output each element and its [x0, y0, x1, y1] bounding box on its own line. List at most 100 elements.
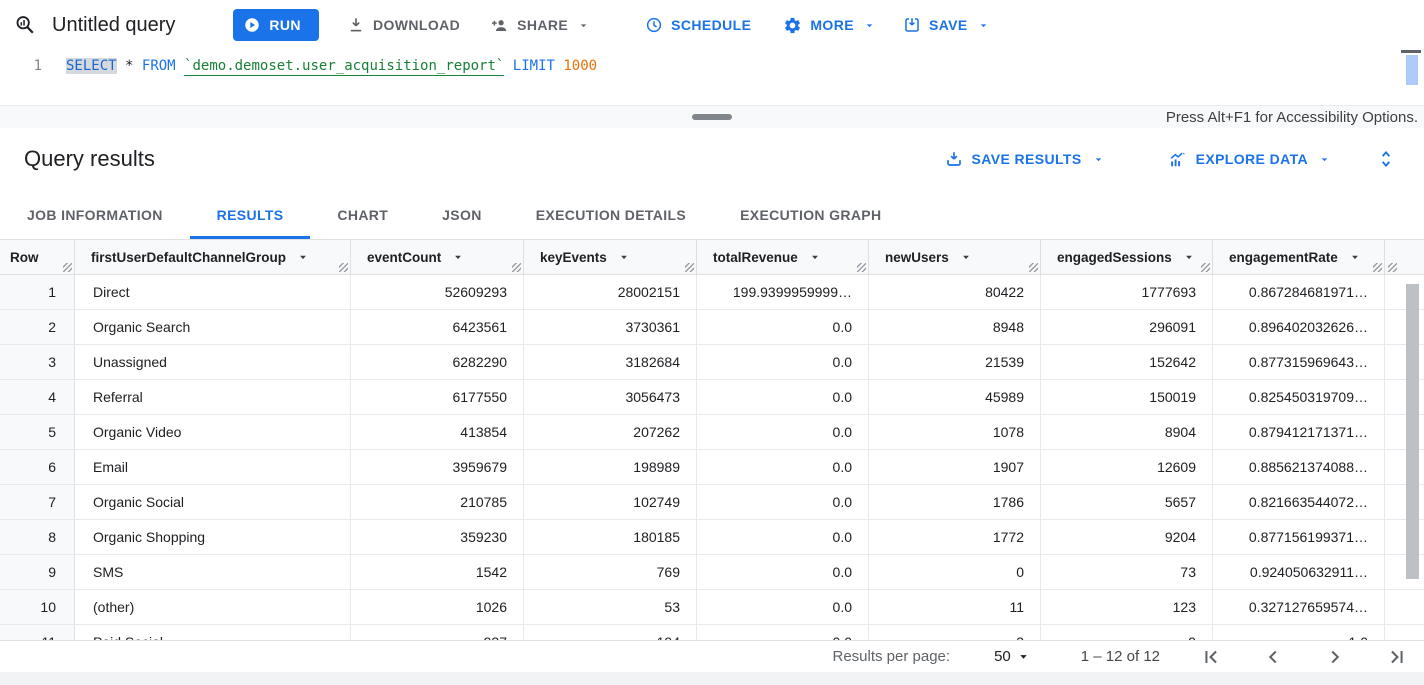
- cell-newUsers: 3: [869, 625, 1041, 640]
- chevron-down-icon: [978, 20, 989, 31]
- cell-channel: Referral: [75, 380, 351, 414]
- cell-totalRevenue: 0.0: [697, 555, 869, 589]
- column-menu-caret-icon[interactable]: [619, 252, 629, 262]
- person-add-icon: [490, 16, 509, 35]
- run-label: RUN: [269, 17, 301, 33]
- unfold-icon: [1376, 149, 1396, 169]
- cell-newUsers: 45989: [869, 380, 1041, 414]
- table-row: 7Organic Social2107851027490.0178656570.…: [0, 485, 1424, 520]
- cell-keyEvents: 3182684: [524, 345, 697, 379]
- tab-results[interactable]: RESULTS: [190, 190, 311, 239]
- cell-engagementRate: 0.896402032626…: [1213, 310, 1385, 344]
- tab-job-information[interactable]: JOB INFORMATION: [0, 190, 190, 239]
- editor-scrollbar-thumb[interactable]: [1406, 55, 1418, 85]
- page-range-label: 1 – 12 of 12: [1081, 648, 1160, 665]
- table-header-row: Row firstUserDefaultChannelGroup eventCo…: [0, 240, 1424, 275]
- download-label: DOWNLOAD: [373, 17, 460, 33]
- sql-keyword-limit: LIMIT: [513, 58, 555, 74]
- cell-totalRevenue: 0.0: [697, 625, 869, 640]
- column-resize-grip[interactable]: [1388, 263, 1397, 272]
- cell-engagedSessions: 5657: [1041, 485, 1213, 519]
- row-number-cell: 11: [0, 625, 75, 640]
- column-resize-grip[interactable]: [1373, 263, 1382, 272]
- cell-engagedSessions: 123: [1041, 590, 1213, 624]
- column-menu-caret-icon[interactable]: [453, 252, 463, 262]
- column-header-totalRevenue[interactable]: totalRevenue: [697, 240, 869, 274]
- row-filler: [1385, 625, 1424, 640]
- more-label: MORE: [810, 17, 854, 33]
- table-row: 3Unassigned628229031826840.0215391526420…: [0, 345, 1424, 380]
- gear-icon: [783, 16, 802, 35]
- cell-newUsers: 8948: [869, 310, 1041, 344]
- column-menu-caret-icon[interactable]: [961, 252, 971, 262]
- column-label: keyEvents: [540, 250, 607, 265]
- page-title: Untitled query: [52, 14, 175, 37]
- column-resize-grip[interactable]: [63, 263, 72, 272]
- cell-totalRevenue: 0.0: [697, 485, 869, 519]
- per-page-select[interactable]: 50: [994, 648, 1029, 665]
- download-button[interactable]: DOWNLOAD: [347, 16, 460, 34]
- table-row: 11Paid Social9371940.0391.0: [0, 625, 1424, 640]
- column-resize-grip[interactable]: [512, 263, 521, 272]
- column-menu-caret-icon[interactable]: [1350, 252, 1360, 262]
- tab-execution-details[interactable]: EXECUTION DETAILS: [509, 190, 713, 239]
- tab-execution-graph[interactable]: EXECUTION GRAPH: [713, 190, 908, 239]
- column-resize-grip[interactable]: [685, 263, 694, 272]
- column-header-engagedSessions[interactable]: engagedSessions: [1041, 240, 1213, 274]
- previous-page-button[interactable]: [1262, 646, 1284, 668]
- column-menu-caret-icon[interactable]: [1184, 252, 1194, 262]
- cell-totalRevenue: 0.0: [697, 310, 869, 344]
- schedule-button[interactable]: SCHEDULE: [645, 16, 751, 34]
- last-page-button[interactable]: [1386, 646, 1408, 668]
- column-resize-grip[interactable]: [1029, 263, 1038, 272]
- cell-eventCount: 6423561: [351, 310, 524, 344]
- splitter-drag-handle[interactable]: [692, 114, 732, 120]
- cell-engagementRate: 1.0: [1213, 625, 1385, 640]
- save-results-button[interactable]: SAVE RESULTS: [945, 150, 1104, 168]
- sql-table-ref-link[interactable]: `demo.demoset.user_acquisition_report`: [184, 58, 504, 76]
- cell-totalRevenue: 0.0: [697, 450, 869, 484]
- cell-channel: Paid Social: [75, 625, 351, 640]
- table-scrollbar-thumb[interactable]: [1406, 284, 1419, 579]
- sql-editor[interactable]: 1 SELECT * FROM `demo.demoset.user_acqui…: [0, 50, 1424, 105]
- share-button[interactable]: SHARE: [490, 16, 589, 35]
- cell-keyEvents: 102749: [524, 485, 697, 519]
- column-resize-grip[interactable]: [339, 263, 348, 272]
- query-results-header: Query results SAVE RESULTS EXPLORE DATA: [0, 128, 1424, 190]
- first-page-button[interactable]: [1200, 646, 1222, 668]
- column-header-eventCount[interactable]: eventCount: [351, 240, 524, 274]
- column-header-engagementRate[interactable]: engagementRate: [1213, 240, 1385, 274]
- column-header-firstUserDefaultChannelGroup[interactable]: firstUserDefaultChannelGroup: [75, 240, 351, 274]
- column-resize-grip[interactable]: [1201, 263, 1210, 272]
- column-header-row[interactable]: Row: [0, 240, 75, 274]
- save-icon: [903, 16, 921, 34]
- cell-eventCount: 1026: [351, 590, 524, 624]
- column-resize-grip[interactable]: [857, 263, 866, 272]
- run-button[interactable]: RUN: [233, 9, 319, 41]
- tab-chart[interactable]: CHART: [310, 190, 415, 239]
- results-table: Row firstUserDefaultChannelGroup eventCo…: [0, 240, 1424, 640]
- more-button[interactable]: MORE: [783, 16, 875, 35]
- expand-results-button[interactable]: [1376, 149, 1396, 169]
- column-menu-caret-icon[interactable]: [810, 252, 820, 262]
- save-alt-icon: [945, 150, 963, 168]
- cell-engagedSessions: 9204: [1041, 520, 1213, 554]
- explore-data-button[interactable]: EXPLORE DATA: [1168, 150, 1330, 169]
- window-bottom-strip: [0, 672, 1424, 685]
- column-header-newUsers[interactable]: newUsers: [869, 240, 1041, 274]
- chevron-down-icon: [578, 20, 589, 31]
- cell-newUsers: 1772: [869, 520, 1041, 554]
- column-header-keyEvents[interactable]: keyEvents: [524, 240, 697, 274]
- results-pagination-bar: Results per page: 50 1 – 12 of 12: [0, 640, 1424, 672]
- row-number-cell: 2: [0, 310, 75, 344]
- tab-json[interactable]: JSON: [415, 190, 509, 239]
- column-menu-caret-icon[interactable]: [298, 252, 308, 262]
- accessibility-hint: Press Alt+F1 for Accessibility Options.: [1166, 109, 1424, 126]
- cell-keyEvents: 180185: [524, 520, 697, 554]
- save-label: SAVE: [929, 17, 968, 33]
- cell-engagementRate: 0.924050632911…: [1213, 555, 1385, 589]
- cell-eventCount: 3959679: [351, 450, 524, 484]
- save-button[interactable]: SAVE: [903, 16, 989, 34]
- query-toolbar: Untitled query RUN DOWNLOAD SHARE SCHEDU…: [0, 0, 1424, 50]
- next-page-button[interactable]: [1324, 646, 1346, 668]
